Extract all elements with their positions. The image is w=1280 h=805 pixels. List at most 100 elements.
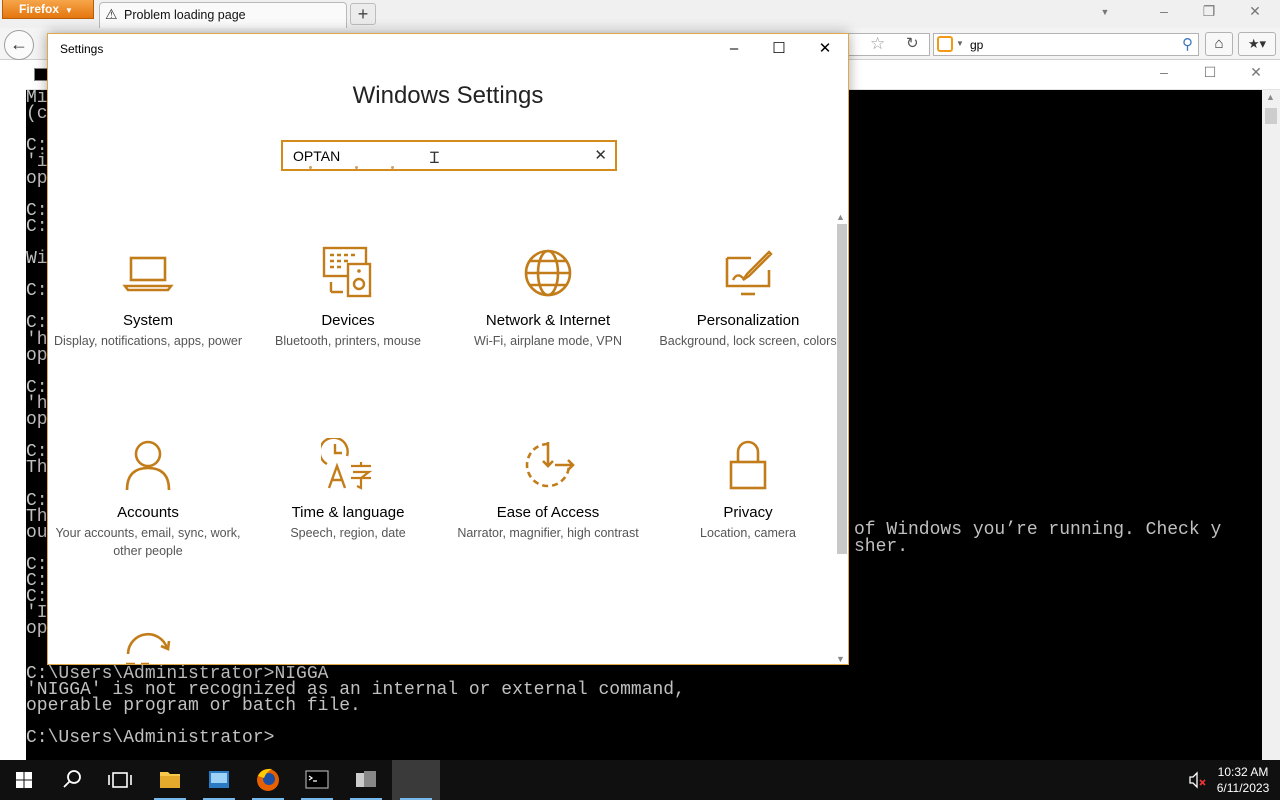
tile-title: Privacy [723, 504, 773, 521]
search-input-value[interactable]: OPTAN [293, 148, 340, 164]
system-clock[interactable]: 10:32 AM 6/11/2023 [1212, 764, 1274, 796]
taskbar-command-prompt[interactable] [293, 760, 341, 800]
cmd-close-button[interactable]: ✕ [1242, 64, 1270, 81]
home-button[interactable]: ⌂ [1205, 32, 1233, 56]
scroll-thumb[interactable] [1265, 108, 1277, 124]
tab-title: Problem loading page [124, 8, 246, 22]
tile-description: Speech, region, date [290, 526, 406, 540]
volume-muted-icon[interactable] [1188, 771, 1208, 789]
paintbrush-icon [725, 250, 773, 296]
loading-dot [391, 166, 394, 169]
cmd-text-fragment: ou [26, 522, 48, 543]
cmd-prompt-line: C:\Users\Administrator> [26, 728, 275, 748]
scroll-thumb[interactable] [837, 224, 847, 554]
taskbar: 10:32 AM 6/11/2023 [0, 760, 1280, 800]
back-arrow-icon: ← [10, 34, 28, 54]
browser-tab[interactable]: ⚠ Problem loading page [99, 2, 347, 28]
laptop-icon [122, 256, 174, 292]
firefox-close-button[interactable]: ✕ [1241, 3, 1269, 20]
settings-tile-devices[interactable]: Devices Bluetooth, printers, mouse [248, 246, 448, 350]
scroll-up-icon[interactable]: ▲ [1266, 92, 1275, 102]
cmd-text-line: sher. [854, 537, 909, 557]
tile-title: Time & language [291, 504, 405, 521]
settings-tile-update[interactable] [48, 630, 248, 664]
settings-window: Settings – ☐ ✕ Windows Settings OPTAN Ɪ … [47, 33, 849, 665]
settings-window-title: Settings [60, 42, 104, 56]
tile-description: Bluetooth, printers, mouse [275, 334, 421, 348]
settings-minimize-button[interactable]: – [716, 38, 752, 62]
settings-tile-accounts[interactable]: Accounts Your accounts, email, sync, wor… [48, 438, 248, 560]
cmd-text-fragment: Wi [26, 249, 48, 269]
search-input[interactable]: gp [970, 38, 983, 52]
firefox-minimize-button[interactable]: – [1150, 3, 1178, 19]
cmd-text-line: operable program or batch file. [26, 696, 361, 716]
firefox-menu-label: Firefox [19, 2, 60, 16]
settings-tile-personalization[interactable]: Personalization Background, lock screen,… [648, 246, 848, 350]
taskbar-app[interactable] [342, 760, 390, 800]
tile-title: Devices [321, 312, 375, 329]
taskbar-file-explorer[interactable] [146, 760, 194, 800]
settings-close-button[interactable]: ✕ [807, 38, 843, 62]
taskbar-firefox[interactable] [244, 760, 292, 800]
person-icon [125, 440, 171, 491]
chevron-down-icon: ▼ [65, 6, 73, 15]
server-manager-icon [209, 771, 229, 788]
devices-icon [322, 246, 372, 298]
search-bar[interactable]: ▼ gp ⚲ [933, 33, 1199, 56]
search-engine-chevron-icon[interactable]: ▼ [956, 39, 964, 48]
settings-scrollbar[interactable]: ▲ ▼ [836, 212, 848, 664]
cmd-text-fragment: C: [26, 216, 48, 237]
app-icon [356, 771, 376, 787]
search-icon[interactable]: ⚲ [1182, 35, 1193, 53]
scroll-up-icon[interactable]: ▲ [836, 212, 845, 222]
cmd-text-fragment: (c [26, 104, 48, 125]
bookmarks-menu-button[interactable]: ★▾ [1238, 32, 1276, 56]
cmd-text-fragment: op [26, 168, 48, 189]
task-view-icon [108, 772, 132, 788]
windows-logo-icon [16, 772, 32, 788]
settings-tile-ease-of-access[interactable]: Ease of Access Narrator, magnifier, high… [448, 438, 648, 542]
tile-title: Personalization [696, 312, 800, 329]
settings-tile-system[interactable]: System Display, notifications, apps, pow… [48, 246, 248, 350]
tile-title: Accounts [117, 504, 179, 521]
clear-search-icon[interactable]: ✕ [594, 146, 607, 164]
cmd-minimize-button[interactable]: – [1150, 64, 1178, 80]
task-view-button[interactable] [96, 760, 144, 800]
command-prompt-icon [305, 770, 329, 789]
settings-tile-time-language[interactable]: Time & language Speech, region, date [248, 438, 448, 542]
cmd-text-fragment: op [26, 345, 48, 366]
start-button[interactable] [0, 760, 48, 800]
page-title: Windows Settings [352, 82, 544, 109]
new-tab-button[interactable]: + [350, 3, 376, 25]
taskbar-server-manager[interactable] [195, 760, 243, 800]
tile-description: Display, notifications, apps, power [53, 334, 243, 348]
back-button[interactable]: ← [4, 30, 34, 60]
search-engine-icon[interactable] [937, 36, 953, 52]
cmd-text-fragment: op [26, 619, 48, 640]
home-icon: ⌂ [1214, 35, 1224, 52]
reload-icon[interactable]: ↻ [906, 34, 919, 52]
tile-description: Narrator, magnifier, high contrast [457, 526, 639, 540]
bookmark-star-icon[interactable]: ☆ [870, 34, 885, 54]
update-icon [126, 632, 171, 664]
tile-title: System [122, 312, 173, 329]
loading-dot [309, 166, 312, 169]
tile-title: Network & Internet [485, 312, 611, 329]
firefox-restore-button[interactable]: ❐ [1195, 3, 1223, 20]
cmd-text-fragment: op [26, 410, 48, 430]
settings-tile-network[interactable]: Network & Internet Wi-Fi, airplane mode,… [448, 246, 648, 350]
firefox-menu-button[interactable]: Firefox ▼ [2, 0, 94, 19]
firefox-tab-bar: Firefox ▼ ⚠ Problem loading page + ▼ – ❐ … [0, 0, 1280, 28]
tile-description: Location, camera [700, 526, 796, 540]
clock-time: 10:32 AM [1217, 765, 1269, 779]
settings-maximize-button[interactable]: ☐ [761, 38, 797, 62]
settings-tile-privacy[interactable]: Privacy Location, camera [648, 438, 848, 542]
taskbar-settings[interactable] [392, 760, 440, 800]
firefox-icon [257, 768, 279, 791]
search-button[interactable] [48, 760, 96, 800]
scroll-down-icon[interactable]: ▼ [836, 654, 845, 664]
cmd-scrollbar[interactable]: ▲ [1262, 90, 1280, 760]
cmd-restore-button[interactable]: ☐ [1196, 64, 1224, 81]
settings-search-input[interactable]: OPTAN Ɪ ✕ [281, 140, 617, 171]
tab-list-chevron-icon[interactable]: ▼ [1091, 7, 1119, 17]
